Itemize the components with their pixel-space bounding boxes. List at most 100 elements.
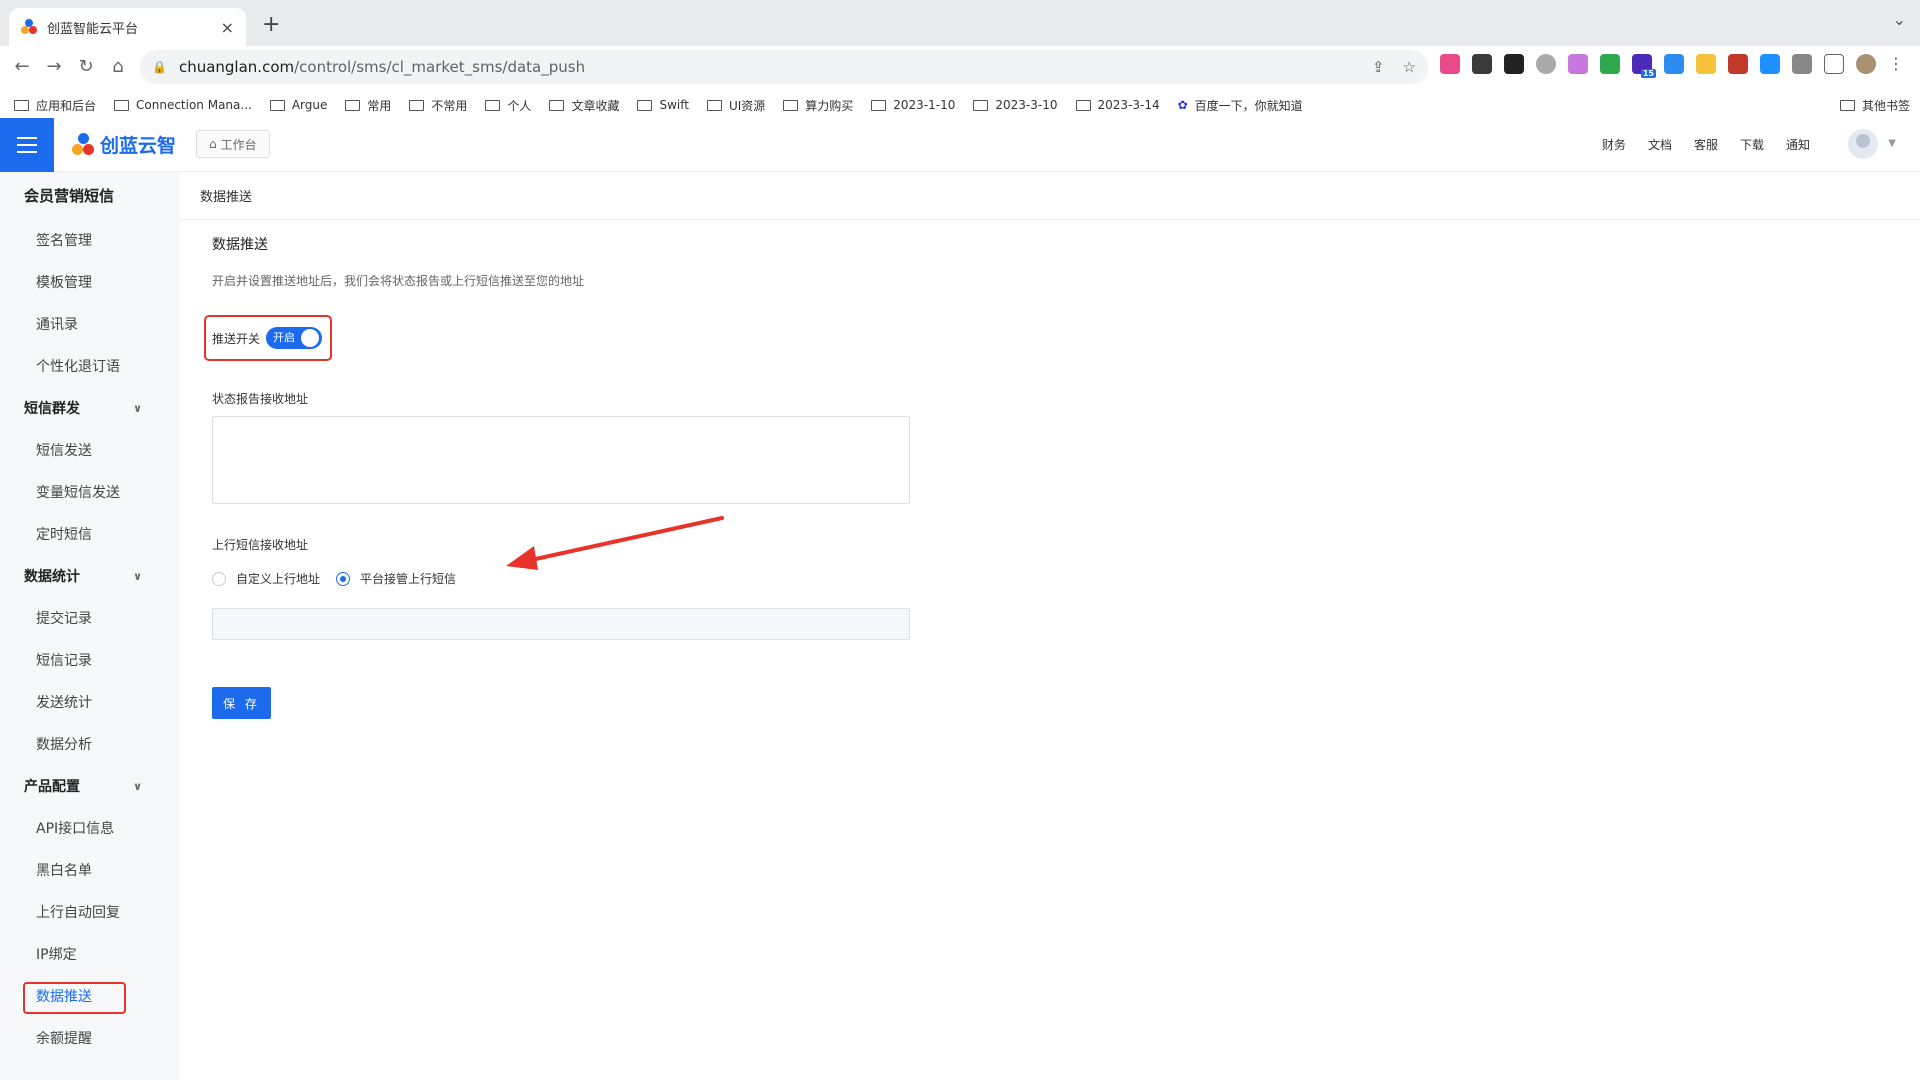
extension-icon[interactable] (1728, 54, 1748, 74)
home-icon[interactable]: ⌂ (106, 56, 130, 77)
bookmark-item[interactable]: 算力购买 (783, 97, 853, 114)
sidebar-title: 会员营销短信 (24, 187, 115, 205)
brand-logo[interactable]: 创蓝云智 (70, 131, 176, 158)
bookmark-item[interactable]: 2023-3-10 (973, 98, 1058, 112)
header-link-notice[interactable]: 通知 (1786, 136, 1810, 153)
caret-down-icon[interactable]: ▼ (1888, 138, 1896, 149)
profile-avatar[interactable] (1856, 54, 1876, 74)
status-report-url-input[interactable] (212, 416, 910, 504)
sidebar-item-analysis[interactable]: 数据分析 (0, 724, 180, 766)
other-bookmarks[interactable]: 其他书签 (1839, 97, 1910, 114)
radio-custom-label[interactable]: 自定义上行地址 (236, 570, 320, 587)
mo-url-input[interactable] (212, 608, 910, 640)
extension-icon[interactable] (1440, 54, 1460, 74)
share-icon[interactable]: ⇪ (1372, 58, 1385, 76)
folder-icon (783, 99, 799, 111)
sidebar: 会员营销短信 签名管理 模板管理 通讯录 个性化退订语 短信群发 ∨ 短信发送 变… (0, 172, 180, 1080)
folder-icon (706, 99, 722, 111)
extension-icon[interactable] (1536, 54, 1556, 74)
radio-platform-label[interactable]: 平台接管上行短信 (360, 570, 456, 587)
save-button[interactable]: 保 存 (212, 687, 271, 719)
bookmark-item[interactable]: Connection Mana... (114, 98, 252, 112)
toggle-knob (301, 329, 320, 347)
extension-icon[interactable]: 15 (1632, 54, 1656, 78)
app-header: 创蓝云智 ⌂ 工作台 财务 文档 客服 下载 通知 ▼ (0, 118, 1920, 172)
puzzle-icon[interactable] (1792, 54, 1812, 74)
header-link-finance[interactable]: 财务 (1602, 136, 1626, 153)
bookmark-item[interactable]: 应用和后台 (14, 97, 96, 114)
section-description: 开启并设置推送地址后，我们会将状态报告或上行短信推送至您的地址 (212, 274, 585, 288)
sidebar-item-data-push[interactable]: 数据推送 (0, 976, 180, 1018)
sidebar-item-auto-reply[interactable]: 上行自动回复 (0, 892, 180, 934)
bookmark-item[interactable]: 不常用 (409, 97, 467, 114)
sidebar-group-stats[interactable]: 数据统计 ∨ (0, 556, 180, 598)
side-panel-icon[interactable] (1824, 54, 1844, 74)
bookmark-item[interactable]: Argue (269, 98, 327, 112)
url-path: /control/sms/cl_market_sms/data_push (294, 58, 586, 76)
sidebar-item-api[interactable]: API接口信息 (0, 808, 180, 850)
bookmark-item[interactable]: 2023-3-14 (1075, 98, 1160, 112)
sidebar-group-sms[interactable]: 短信群发 ∨ (0, 388, 180, 430)
switch-label: 推送开关 (212, 331, 261, 346)
workbench-button[interactable]: ⌂ 工作台 (196, 130, 270, 158)
radio-platform[interactable] (336, 571, 351, 586)
extension-icon[interactable] (1664, 54, 1684, 74)
header-link-support[interactable]: 客服 (1694, 136, 1718, 153)
home-icon: ⌂ (209, 137, 217, 151)
divider (180, 219, 1920, 220)
tab-title: 创蓝智能云平台 (47, 21, 139, 37)
folder-icon (114, 99, 130, 111)
sidebar-item-blacklist[interactable]: 黑白名单 (0, 850, 180, 892)
sidebar-item-unsubscribe[interactable]: 个性化退订语 (0, 346, 180, 388)
folder-icon (485, 99, 501, 111)
header-link-docs[interactable]: 文档 (1648, 136, 1672, 153)
extension-icon[interactable] (1600, 54, 1620, 74)
new-tab-icon[interactable]: + (262, 12, 280, 37)
radio-custom[interactable] (212, 571, 226, 586)
sidebar-group-config[interactable]: 产品配置 ∨ (0, 766, 180, 808)
chevron-down-icon: ∨ (133, 402, 142, 415)
sidebar-item-submit-records[interactable]: 提交记录 (0, 598, 180, 640)
sidebar-item-variable-send[interactable]: 变量短信发送 (0, 472, 180, 514)
tab-close-icon[interactable]: × (221, 18, 234, 37)
sidebar-item-balance-alert[interactable]: 余额提醒 (0, 1018, 180, 1060)
address-bar[interactable]: 🔒 chuanglan.com/control/sms/cl_market_sm… (140, 50, 1428, 84)
bookmark-item[interactable]: Swift (637, 98, 689, 112)
tab-search-icon[interactable]: ⌄ (1893, 10, 1906, 29)
extension-icon[interactable] (1760, 54, 1780, 74)
bookmark-item[interactable]: 2023-1-10 (871, 98, 955, 112)
back-icon[interactable]: ← (10, 56, 34, 77)
sidebar-item-send-stats[interactable]: 发送统计 (0, 682, 180, 724)
sidebar-item-sms-records[interactable]: 短信记录 (0, 640, 180, 682)
sidebar-item-signature[interactable]: 签名管理 (0, 220, 180, 262)
bookmark-star-icon[interactable]: ☆ (1403, 58, 1416, 76)
sidebar-item-ip-binding[interactable]: IP绑定 (0, 934, 180, 976)
browser-tab[interactable]: 创蓝智能云平台 × (9, 8, 246, 46)
reload-icon[interactable]: ↻ (74, 56, 98, 77)
bookmark-item[interactable]: UI资源 (706, 97, 765, 114)
bookmark-item[interactable]: 个人 (485, 97, 531, 114)
main-content: 数据推送 数据推送 开启并设置推送地址后，我们会将状态报告或上行短信推送至您的地… (180, 172, 1920, 1080)
extensions-bar: 15 ⋮ (1440, 54, 1908, 78)
user-avatar[interactable] (1848, 129, 1878, 159)
sidebar-item-template[interactable]: 模板管理 (0, 262, 180, 304)
hamburger-menu-icon[interactable] (0, 118, 54, 172)
folder-icon (1839, 100, 1855, 111)
extension-icon[interactable] (1472, 54, 1492, 74)
bookmark-item[interactable]: 文章收藏 (549, 97, 619, 114)
extension-icon[interactable] (1568, 54, 1588, 74)
extension-icon[interactable] (1504, 54, 1524, 74)
bookmark-item[interactable]: ✿ 百度一下，你就知道 (1178, 97, 1303, 114)
browser-menu-icon[interactable]: ⋮ (1888, 54, 1908, 74)
sidebar-item-send[interactable]: 短信发送 (0, 430, 180, 472)
push-toggle[interactable]: 开启 (266, 327, 323, 349)
extension-icon[interactable] (1696, 54, 1716, 74)
bookmark-item[interactable]: 常用 (345, 97, 391, 114)
sidebar-item-scheduled[interactable]: 定时短信 (0, 514, 180, 556)
section-title: 数据推送 (212, 237, 268, 253)
lock-icon[interactable]: 🔒 (152, 60, 167, 74)
forward-icon[interactable]: → (42, 56, 66, 77)
sidebar-item-contacts[interactable]: 通讯录 (0, 304, 180, 346)
folder-icon (871, 99, 887, 111)
header-link-download[interactable]: 下载 (1740, 136, 1764, 153)
